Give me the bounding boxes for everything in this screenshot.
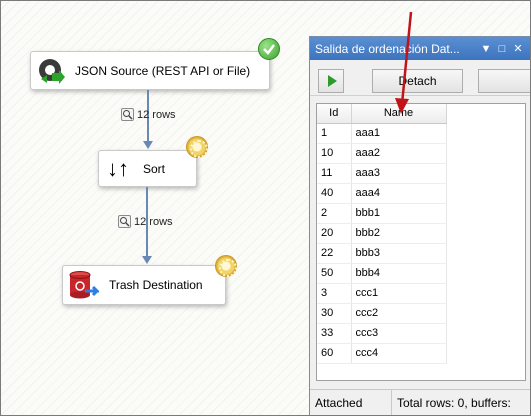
cell-name: bbb1	[351, 203, 447, 224]
cell-id: 30	[317, 303, 352, 324]
data-viewer-tag-1[interactable]: 12 rows	[121, 108, 176, 121]
table-row[interactable]: 50 bbb4	[317, 263, 447, 284]
annotation-arrow	[395, 11, 413, 114]
data-viewer-toolbar: Detach	[310, 60, 531, 96]
column-header-id[interactable]: Id	[317, 104, 352, 124]
cell-id: 2	[317, 203, 352, 224]
dropdown-icon[interactable]: ▼	[478, 43, 494, 55]
data-table: Id Name 1 aaa1 10 aaa2 11 aaa3 40 aaa4 2 bbb1 20 bb…	[317, 104, 447, 364]
cell-name: bbb4	[351, 263, 447, 284]
cell-id: 40	[317, 183, 352, 204]
cell-name: bbb2	[351, 223, 447, 244]
running-gear-icon	[186, 136, 208, 158]
cell-name: ccc2	[351, 303, 447, 324]
path-arrow-2	[142, 256, 152, 264]
cell-id: 22	[317, 243, 352, 264]
cell-name: bbb3	[351, 243, 447, 264]
table-row[interactable]: 3 ccc1	[317, 283, 447, 304]
row-count-label: 12 rows	[134, 215, 173, 228]
total-rows-status: Total rows: 0, buffers:	[397, 395, 511, 410]
cell-id: 60	[317, 343, 352, 364]
cell-name: ccc3	[351, 323, 447, 344]
data-viewer-titlebar[interactable]: Salida de ordenación Dat... ▼ □ ✕	[310, 37, 530, 60]
row-count-label: 12 rows	[137, 108, 176, 121]
detach-button[interactable]: Detach	[372, 69, 463, 93]
trash-destination-icon	[67, 269, 101, 301]
json-source-icon	[37, 57, 65, 85]
json-source-label: JSON Source (REST API or File)	[75, 63, 251, 78]
close-icon[interactable]: ✕	[510, 42, 526, 55]
data-viewer-window: Salida de ordenación Dat... ▼ □ ✕ Detach…	[309, 36, 531, 416]
cell-name: aaa2	[351, 143, 447, 164]
table-row[interactable]: 40 aaa4	[317, 183, 447, 204]
table-row[interactable]: 11 aaa3	[317, 163, 447, 184]
continue-button[interactable]	[318, 69, 344, 93]
data-viewer-icon	[118, 215, 131, 228]
cell-name: ccc4	[351, 343, 447, 364]
table-row[interactable]: 30 ccc2	[317, 303, 447, 324]
copy-data-button[interactable]	[478, 69, 531, 93]
table-row[interactable]: 10 aaa2	[317, 143, 447, 164]
cell-name: ccc1	[351, 283, 447, 304]
data-viewer-statusbar: Attached Total rows: 0, buffers:	[310, 389, 530, 415]
cell-name: aaa3	[351, 163, 447, 184]
data-viewer-icon	[121, 108, 134, 121]
trash-destination-component[interactable]: Trash Destination	[62, 265, 226, 305]
trash-destination-label: Trash Destination	[109, 278, 203, 292]
json-source-component[interactable]: JSON Source (REST API or File)	[30, 51, 270, 90]
maximize-icon[interactable]: □	[494, 43, 510, 55]
sort-icon: ↓↑	[107, 155, 129, 181]
path-arrow-1	[143, 141, 153, 149]
cell-id: 20	[317, 223, 352, 244]
sort-label: Sort	[143, 161, 166, 176]
attached-status: Attached	[310, 390, 392, 415]
cell-name: aaa1	[351, 123, 447, 144]
cell-id: 1	[317, 123, 352, 144]
table-row[interactable]: 20 bbb2	[317, 223, 447, 244]
table-row[interactable]: 60 ccc4	[317, 343, 447, 364]
table-row[interactable]: 1 aaa1	[317, 123, 447, 144]
data-viewer-tag-2[interactable]: 12 rows	[118, 215, 173, 228]
sort-component[interactable]: ↓↑ Sort	[98, 150, 197, 187]
cell-id: 33	[317, 323, 352, 344]
success-check-icon	[258, 38, 280, 60]
cell-id: 3	[317, 283, 352, 304]
table-row[interactable]: 22 bbb3	[317, 243, 447, 264]
cell-id: 10	[317, 143, 352, 164]
running-gear-icon	[215, 255, 237, 277]
cell-name: aaa4	[351, 183, 447, 204]
cell-id: 50	[317, 263, 352, 284]
data-grid[interactable]: Id Name 1 aaa1 10 aaa2 11 aaa3 40 aaa4 2 bbb1 20 bb…	[316, 103, 526, 381]
table-row[interactable]: 2 bbb1	[317, 203, 447, 224]
cell-id: 11	[317, 163, 352, 184]
table-row[interactable]: 33 ccc3	[317, 323, 447, 344]
